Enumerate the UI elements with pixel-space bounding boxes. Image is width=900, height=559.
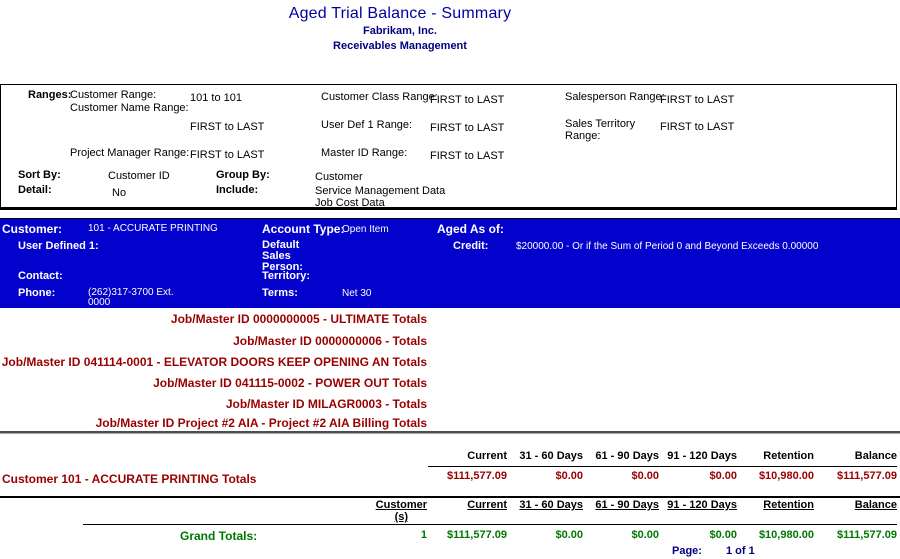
col-header-31-60: 31 - 60 Days (519, 450, 583, 462)
report-page: Aged Trial Balance - Summary Fabrikam, I… (0, 0, 900, 559)
col-header-current: Current (467, 499, 507, 511)
customer-total-61-90: $0.00 (631, 470, 659, 482)
credit-value: $20000.00 - Or if the Sum of Period 0 an… (516, 241, 818, 252)
job-total-line: Job/Master ID 0000000006 - Totals (0, 334, 427, 348)
master-id-range-value: FIRST to LAST (430, 150, 504, 162)
user-def-1-range-value: FIRST to LAST (430, 122, 504, 134)
customer-total-balance: $111,577.09 (837, 470, 897, 482)
report-title: Aged Trial Balance - Summary (0, 5, 800, 23)
customer-total-91-120: $0.00 (709, 470, 737, 482)
include-label: Include: (216, 184, 258, 196)
page-label: Page: (672, 545, 702, 557)
territory-label: Territory: (262, 270, 310, 282)
grand-total-retention: $10,980.00 (759, 529, 814, 541)
group-by-label: Group By: (216, 169, 270, 181)
project-manager-range-label: Project Manager Range: (70, 147, 189, 159)
col-header-91-120: 91 - 120 Days (667, 450, 737, 462)
customer-total-retention: $10,980.00 (759, 470, 814, 482)
col-header-retention: Retention (763, 499, 814, 511)
section-divider (0, 496, 900, 498)
group-by-value: Customer (315, 171, 363, 183)
grand-totals-label: Grand Totals: (180, 529, 257, 543)
page-value: 1 of 1 (726, 545, 755, 557)
account-type-value: Open Item (342, 224, 389, 235)
phone-value-line2: 0000 (88, 297, 110, 308)
contact-label: Contact: (18, 270, 63, 282)
salesperson-range-value: FIRST to LAST (660, 94, 734, 106)
customer-totals-label: Customer 101 - ACCURATE PRINTING Totals (2, 472, 256, 486)
col-header-customers-line1: Customer (376, 499, 427, 511)
master-id-range-label: Master ID Range: (321, 147, 407, 159)
col-header-retention: Retention (763, 450, 814, 462)
credit-label: Credit: (453, 240, 488, 252)
col-header-31-60: 31 - 60 Days (519, 499, 583, 511)
customer-total-31-60: $0.00 (555, 470, 583, 482)
header-underline (428, 466, 897, 467)
job-total-line: Job/Master ID 0000000005 - ULTIMATE Tota… (0, 312, 427, 326)
default-sales-person-label: Default Sales Person: (262, 240, 317, 273)
col-header-customers: Customer (s) (376, 499, 427, 523)
detail-value: No (112, 187, 126, 199)
col-header-61-90: 61 - 90 Days (595, 450, 659, 462)
aged-as-of-label: Aged As of: (437, 222, 504, 236)
col-header-91-120: 91 - 120 Days (667, 499, 737, 511)
module-name: Receivables Management (0, 40, 800, 52)
ranges-section-label: Ranges: (28, 89, 71, 101)
customer-name-range-label: Customer Name Range: (70, 102, 189, 114)
grand-totals-underline (83, 524, 897, 525)
grand-total-31-60: $0.00 (555, 529, 583, 541)
grand-total-61-90: $0.00 (631, 529, 659, 541)
grand-total-current: $111,577.09 (447, 529, 507, 541)
col-header-balance: Balance (855, 450, 897, 462)
sort-by-label: Sort By: (18, 169, 61, 181)
customer-name-range-value: FIRST to LAST (190, 121, 264, 133)
section-divider (0, 431, 900, 434)
customer-label: Customer: (2, 222, 62, 236)
col-header-customers-line2: (s) (376, 511, 427, 523)
sales-territory-range-value: FIRST to LAST (660, 121, 734, 133)
grand-total-91-120: $0.00 (709, 529, 737, 541)
col-header-61-90: 61 - 90 Days (595, 499, 659, 511)
include-value-1: Service Management Data (315, 185, 445, 197)
customer-range-label: Customer Range: (70, 89, 156, 101)
user-def-1-range-label: User Def 1 Range: (321, 119, 412, 131)
phone-label: Phone: (18, 287, 55, 299)
salesperson-range-label: Salesperson Range: (565, 91, 665, 103)
customer-class-range-value: FIRST to LAST (430, 94, 504, 106)
col-header-current: Current (467, 450, 507, 462)
detail-label: Detail: (18, 184, 52, 196)
customer-value: 101 - ACCURATE PRINTING (88, 223, 218, 234)
grand-total-customer-count: 1 (421, 529, 427, 541)
account-type-label: Account Type: (262, 222, 344, 236)
job-total-line: Job/Master ID 041115-0002 - POWER OUT To… (0, 376, 427, 390)
col-header-balance: Balance (855, 499, 897, 511)
user-defined-1-label: User Defined 1: (18, 240, 99, 252)
job-total-line: Job/Master ID 041114-0001 - ELEVATOR DOO… (0, 355, 427, 369)
terms-value: Net 30 (342, 288, 371, 299)
customer-class-range-label: Customer Class Range: (321, 91, 438, 103)
sales-territory-range-label: Sales Territory Range: (565, 118, 649, 142)
project-manager-range-value: FIRST to LAST (190, 149, 264, 161)
customer-total-current: $111,577.09 (447, 470, 507, 482)
job-total-line: Job/Master ID MILAGR0003 - Totals (0, 397, 427, 411)
customer-range-value: 101 to 101 (190, 92, 242, 104)
company-name: Fabrikam, Inc. (0, 25, 800, 37)
job-total-line: Job/Master ID Project #2 AIA - Project #… (0, 416, 427, 430)
sort-by-value: Customer ID (108, 170, 170, 182)
grand-total-balance: $111,577.09 (837, 529, 897, 541)
include-value-2: Job Cost Data (315, 197, 385, 209)
terms-label: Terms: (262, 287, 298, 299)
